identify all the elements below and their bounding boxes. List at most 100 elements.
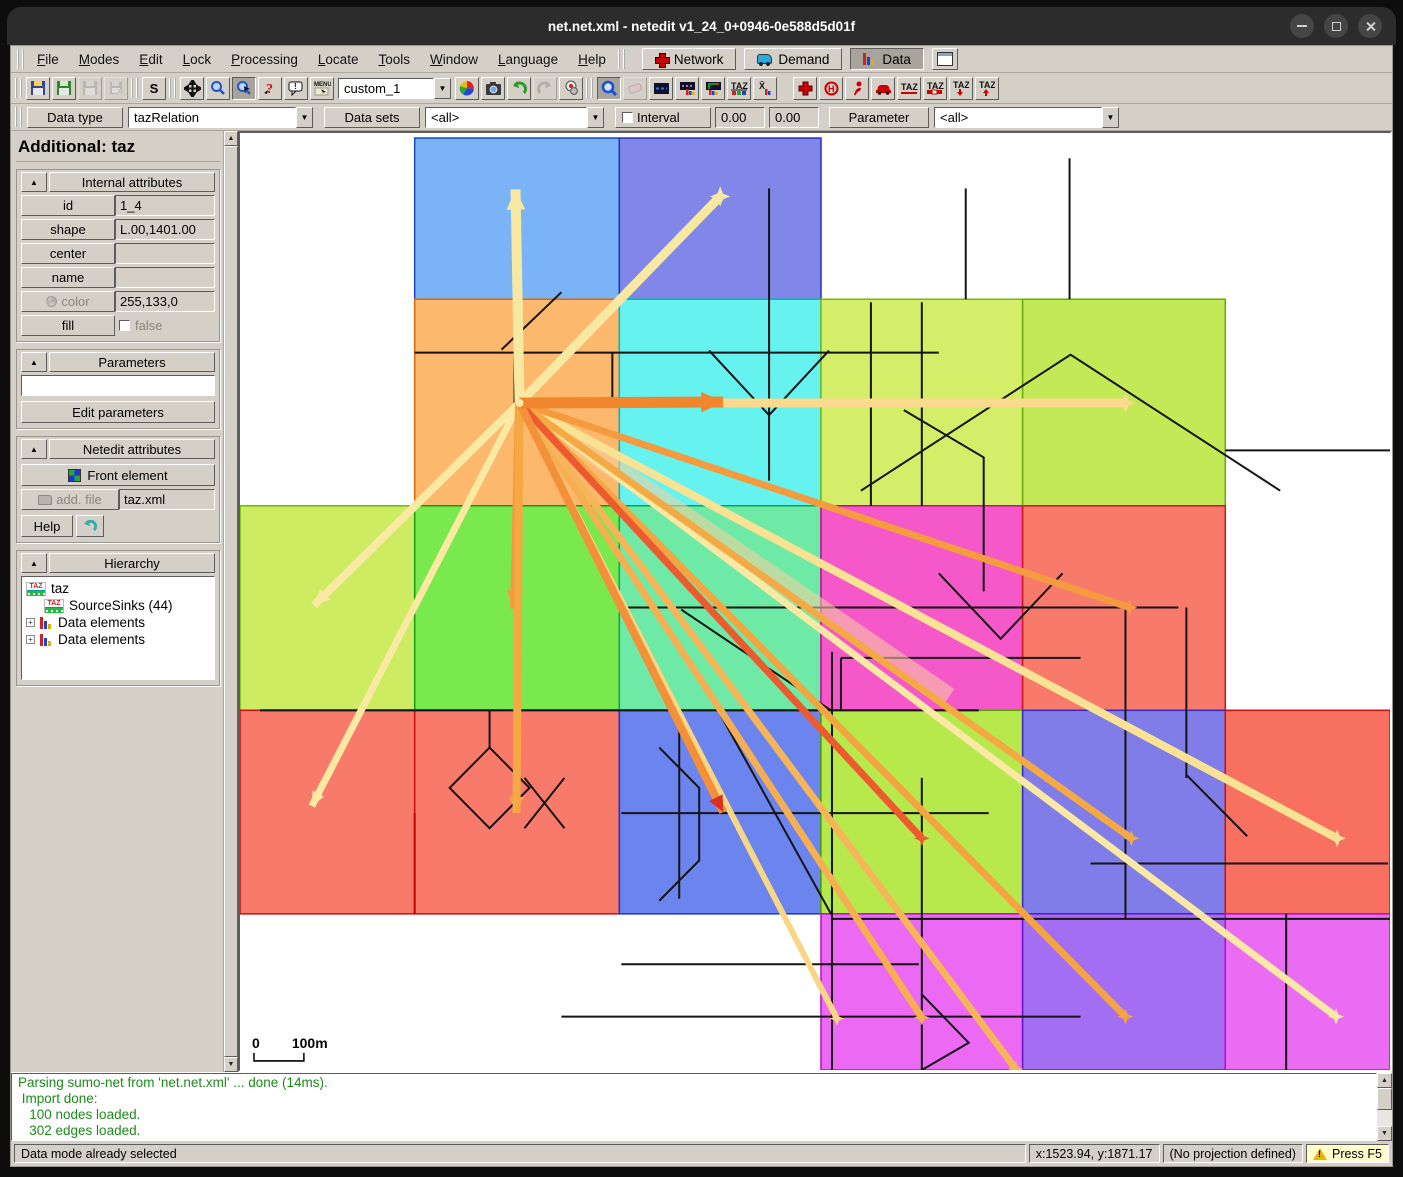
menu-modes[interactable]: Modes: [69, 49, 130, 70]
data-type-combo[interactable]: tazRelation ▼: [128, 107, 313, 128]
edit-parameters-button[interactable]: Edit parameters: [21, 401, 215, 423]
scroll-down-icon[interactable]: ▼: [224, 1057, 238, 1072]
menu-hamburger-button[interactable]: MENU: [310, 77, 334, 100]
interval-end-field[interactable]: 0.00: [769, 107, 819, 128]
color-field[interactable]: 255,133,0: [115, 291, 215, 312]
center-label[interactable]: center: [21, 243, 115, 264]
tree-item-sourcesinks[interactable]: TAZ SourceSinks (44): [24, 597, 212, 614]
eraser-button[interactable]: [623, 77, 647, 100]
interval-begin-field[interactable]: 0.00: [715, 107, 765, 128]
supermode-network-button[interactable]: Network: [642, 48, 737, 70]
zoom-to-cursor-button[interactable]: [232, 77, 256, 100]
chevron-down-icon[interactable]: ▼: [434, 78, 451, 99]
message-window-button[interactable]: !: [284, 77, 308, 100]
shape-field[interactable]: L.00,1401.00: [115, 219, 215, 240]
group-title[interactable]: Parameters: [49, 352, 215, 372]
toolbar-grip[interactable]: [618, 49, 625, 69]
taz-zone[interactable]: [240, 710, 415, 914]
menu-help[interactable]: Help: [568, 49, 616, 70]
move-view-button[interactable]: [180, 77, 204, 100]
taz-relation-arrow[interactable]: [517, 403, 520, 813]
view-preset-combo[interactable]: custom_1 ▼: [338, 78, 451, 99]
taz-zone[interactable]: [1225, 710, 1390, 914]
fill-checkbox[interactable]: [119, 320, 130, 331]
center-field[interactable]: [115, 243, 215, 264]
scroll-down-icon[interactable]: ▼: [1377, 1126, 1392, 1141]
toolbar-grip[interactable]: [131, 78, 138, 98]
color-button[interactable]: color: [21, 291, 115, 312]
collapse-button[interactable]: ▲: [21, 553, 47, 573]
press-f5-badge[interactable]: Press F5: [1306, 1144, 1389, 1163]
context-help-button[interactable]: ?: [258, 77, 282, 100]
name-field[interactable]: [115, 267, 215, 288]
menu-locate[interactable]: Locate: [308, 49, 369, 70]
taz-relation-arrow[interactable]: [516, 189, 520, 403]
collapse-button[interactable]: ▲: [21, 352, 47, 372]
tazrel-drawing-to-toggle[interactable]: TAZ: [975, 77, 999, 100]
s-button[interactable]: S: [142, 77, 166, 100]
meandata-mode-button[interactable]: X̄: [753, 77, 777, 100]
save-network-button[interactable]: [26, 77, 50, 100]
supermode-demand-button[interactable]: Demand: [744, 48, 842, 70]
taz-zone[interactable]: [1023, 914, 1226, 1070]
collapse-button[interactable]: ▲: [21, 439, 47, 459]
show-vehicles-toggle[interactable]: [871, 77, 895, 100]
toolbar-grip[interactable]: [586, 78, 593, 98]
chevron-down-icon[interactable]: ▼: [296, 107, 313, 128]
log-text[interactable]: Parsing sumo-net from 'net.net.xml' ... …: [11, 1073, 1377, 1141]
edgedata-mode-button[interactable]: [649, 77, 673, 100]
sidebar-scrollbar[interactable]: ▲ ▼: [223, 131, 238, 1072]
show-taz-elements-toggle[interactable]: TAZ: [897, 77, 921, 100]
show-additionals-toggle[interactable]: [793, 77, 817, 100]
parameters-field[interactable]: [21, 375, 215, 396]
menu-window[interactable]: Window: [420, 49, 488, 70]
menu-lock[interactable]: Lock: [173, 49, 222, 70]
id-field[interactable]: 1_4: [115, 195, 215, 216]
geo-locator-button[interactable]: [559, 77, 583, 100]
collapse-button[interactable]: ▲: [21, 172, 47, 192]
scroll-up-icon[interactable]: ▲: [224, 131, 238, 146]
shape-label[interactable]: shape: [21, 219, 115, 240]
expand-icon[interactable]: +: [26, 635, 35, 644]
add-file-button[interactable]: add. file: [21, 489, 119, 510]
tazreldata-mode-button[interactable]: TAZ: [727, 77, 751, 100]
edgereldata-mode-button[interactable]: [675, 77, 699, 100]
menu-edit[interactable]: Edit: [129, 49, 172, 70]
taz-relation-arrow[interactable]: [520, 402, 724, 403]
log-scrollbar[interactable]: ▲ ▼: [1377, 1073, 1392, 1141]
undo-button[interactable]: [507, 77, 531, 100]
tree-item-data-elements-1[interactable]: + Data elements: [24, 614, 212, 631]
redo-button[interactable]: [533, 77, 557, 100]
group-title[interactable]: Netedit attributes: [49, 439, 215, 459]
tree-item-taz[interactable]: TAZ taz: [24, 580, 212, 597]
menu-tools[interactable]: Tools: [368, 49, 420, 70]
toolbar-grip[interactable]: [169, 78, 176, 98]
menu-file[interactable]: File: [27, 49, 69, 70]
save-demand-elements-button[interactable]: [104, 77, 128, 100]
save-sumo-config-button[interactable]: [52, 77, 76, 100]
toolbar-grip[interactable]: [17, 49, 24, 69]
id-label[interactable]: id: [21, 195, 115, 216]
data-sets-combo[interactable]: <all> ▼: [425, 107, 604, 128]
toolbar-grip[interactable]: [15, 78, 22, 98]
titlebar[interactable]: net.net.xml - netedit v1_24_0+0946-0e588…: [7, 7, 1396, 45]
edgerel-turn-mode-button[interactable]: [701, 77, 725, 100]
zoom-in-button[interactable]: [597, 77, 621, 100]
group-title[interactable]: Internal attributes: [49, 172, 215, 192]
parameter-combo[interactable]: <all> ▼: [934, 107, 1119, 128]
new-window-button[interactable]: [932, 48, 958, 70]
snapshot-button[interactable]: [481, 77, 505, 100]
scroll-up-icon[interactable]: ▲: [1377, 1073, 1392, 1088]
interval-checkbox[interactable]: [622, 112, 633, 123]
menu-processing[interactable]: Processing: [221, 49, 308, 70]
add-file-field[interactable]: taz.xml: [119, 489, 215, 510]
supermode-data-button[interactable]: Data: [850, 48, 924, 70]
menu-language[interactable]: Language: [488, 49, 568, 70]
tazrel-drawing-from-toggle[interactable]: TAZ: [949, 77, 973, 100]
network-canvas[interactable]: 0100m: [240, 133, 1390, 1070]
maximize-button[interactable]: [1324, 14, 1348, 38]
tree-item-data-elements-2[interactable]: + Data elements: [24, 631, 212, 648]
scrollbar-thumb[interactable]: [224, 146, 238, 1057]
chevron-down-icon[interactable]: ▼: [1102, 107, 1119, 128]
save-additionals-button[interactable]: [78, 77, 102, 100]
